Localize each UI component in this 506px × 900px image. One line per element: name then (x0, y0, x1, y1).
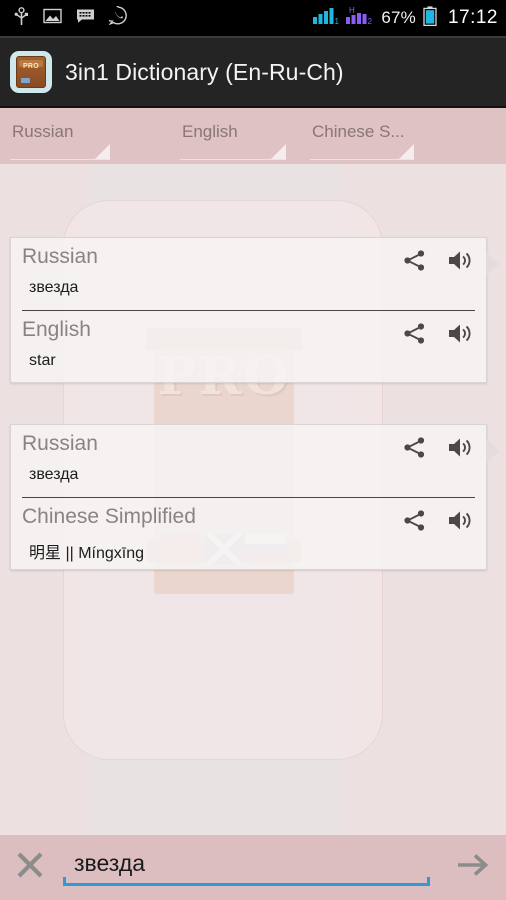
results-area: PRO Russian звезда (0, 164, 506, 835)
search-input[interactable]: звезда (60, 845, 436, 891)
entry-word-text: звезда (29, 466, 79, 483)
app-root: 1 H 2 67% 17:12 PRO 3in1 Dictionary (En-… (0, 0, 506, 900)
share-icon[interactable] (402, 508, 427, 538)
speaker-icon[interactable] (447, 321, 474, 351)
card-bookmark-tab-icon (486, 439, 499, 463)
search-input-underline (63, 876, 430, 886)
source-language-label: Russian (12, 122, 74, 141)
entry-language-label: Russian (22, 432, 98, 455)
target-language-spinner[interactable]: Chinese S... (310, 120, 414, 160)
status-bar-system: 1 H 2 67% 17:12 (313, 5, 498, 31)
result-entry[interactable]: Chinese Simplified 明星 || Míngxīng (11, 498, 486, 571)
share-icon[interactable] (402, 435, 427, 465)
target-language-label: Chinese S... (312, 122, 405, 141)
clock-label: 17:12 (447, 7, 498, 28)
usb-icon (14, 6, 29, 31)
svg-text:1: 1 (335, 17, 340, 25)
status-bar: 1 H 2 67% 17:12 (0, 0, 506, 36)
search-input-value: звезда (74, 849, 146, 876)
entry-language-label: English (22, 318, 91, 341)
close-x-icon (15, 850, 45, 885)
source-language-spinner[interactable]: Russian (10, 120, 110, 160)
entry-word-text: 明星 || Míngxīng (29, 545, 145, 562)
dropdown-triangle-icon (399, 144, 414, 159)
middle-language-spinner[interactable]: English (180, 120, 286, 160)
clear-search-button[interactable] (0, 835, 60, 900)
whatsapp-icon (103, 3, 128, 30)
battery-percent-label: 67% (381, 8, 416, 27)
share-icon[interactable] (402, 321, 427, 351)
spinner-underline (180, 159, 286, 160)
entry-language-label: Chinese Simplified (22, 505, 196, 528)
spinner-underline (10, 159, 110, 160)
arrow-right-icon (456, 852, 490, 883)
result-entry[interactable]: English star (11, 311, 486, 384)
share-icon[interactable] (402, 248, 427, 278)
result-card[interactable]: Russian звезда (10, 424, 499, 571)
spinner-underline (310, 159, 414, 160)
dropdown-triangle-icon (95, 144, 110, 159)
entry-language-label: Russian (22, 245, 98, 268)
signal-h2-icon: H 2 (346, 6, 374, 30)
search-bar: звезда (0, 835, 506, 900)
entry-word-text: звезда (29, 279, 79, 296)
page-title: 3in1 Dictionary (En-Ru-Ch) (65, 58, 344, 85)
result-entry[interactable]: Russian звезда (11, 425, 486, 498)
dropdown-triangle-icon (271, 144, 286, 159)
middle-language-label: English (182, 122, 238, 141)
app-title-bar: PRO 3in1 Dictionary (En-Ru-Ch) (0, 38, 506, 106)
speaker-icon[interactable] (447, 508, 474, 538)
submit-search-button[interactable] (440, 835, 506, 900)
entry-word-text: star (29, 352, 56, 369)
result-entry[interactable]: Russian звезда (11, 238, 486, 311)
signal-1-icon: 1 (313, 6, 340, 30)
image-icon (43, 8, 62, 29)
status-bar-notifications (14, 3, 313, 31)
battery-icon (423, 5, 437, 31)
svg-text:2: 2 (368, 17, 373, 25)
dictionary-book-icon: PRO (10, 51, 52, 93)
speaker-icon[interactable] (447, 435, 474, 465)
app-icon-pro-label: PRO (22, 62, 40, 70)
result-card[interactable]: Russian звезда (10, 237, 499, 384)
speaker-icon[interactable] (447, 248, 474, 278)
card-bookmark-tab-icon (486, 252, 499, 276)
svg-text:H: H (349, 6, 355, 15)
language-selector-bar: Russian English Chinese S... (0, 108, 506, 251)
sms-icon (76, 8, 95, 29)
